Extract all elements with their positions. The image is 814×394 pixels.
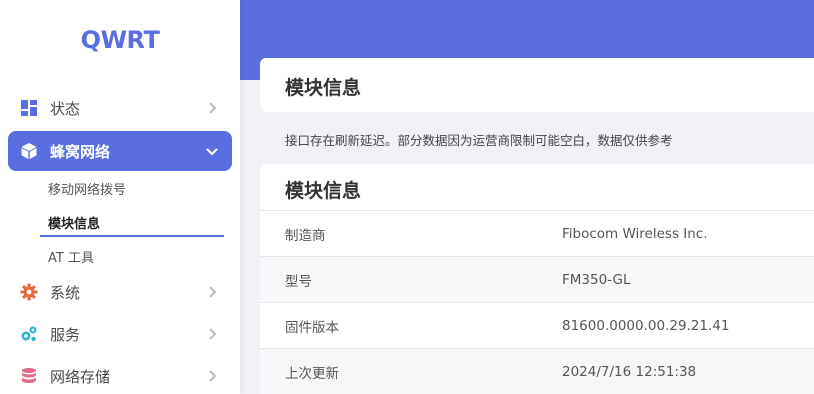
row-value: 81600.0000.00.29.21.41 xyxy=(562,317,730,334)
sidebar-item-label: 服务 xyxy=(50,325,81,344)
sidebar-item-status[interactable]: 状态 xyxy=(8,88,232,128)
chevron-right-icon xyxy=(204,368,220,384)
table-row: 固件版本 81600.0000.00.29.21.41 xyxy=(260,302,814,348)
chevron-right-icon xyxy=(204,100,220,116)
chevron-right-icon xyxy=(204,284,220,300)
sidebar-subitem-mobile-dial[interactable]: 移动网络拨号 xyxy=(48,179,126,198)
chevron-right-icon xyxy=(204,326,220,342)
row-key: 制造商 xyxy=(285,227,326,244)
sidebar-subitem-at-tool[interactable]: AT 工具 xyxy=(48,247,94,266)
active-subitem-underline xyxy=(40,235,224,237)
table-row: 上次更新 2024/7/16 12:51:38 xyxy=(260,348,814,394)
logo: QWRT xyxy=(80,26,160,54)
sidebar-subitem-module-info[interactable]: 模块信息 xyxy=(48,213,100,232)
sidebar-item-label: 状态 xyxy=(50,99,81,118)
sidebar-item-label: 蜂窝网络 xyxy=(50,142,111,161)
notice-text: 接口存在刷新延迟。部分数据因为运营商限制可能空白，数据仅供参考 xyxy=(285,133,673,148)
sidebar-item-label: 网络存储 xyxy=(50,367,111,386)
chevron-down-icon xyxy=(204,143,220,159)
row-key: 上次更新 xyxy=(285,365,339,382)
card-title: 模块信息 xyxy=(285,180,362,202)
sidebar: QWRT 状态 蜂窝网络 移动网络拨号 模块信息 AT 工具 系统 服务 网络存… xyxy=(0,0,240,394)
page-title: 模块信息 xyxy=(285,77,362,99)
table-row: 制造商 Fibocom Wireless Inc. xyxy=(260,210,814,256)
sidebar-item-network-storage[interactable]: 网络存储 xyxy=(8,356,232,394)
row-value: FM350-GL xyxy=(562,271,631,288)
cube-icon xyxy=(20,142,38,160)
dashboard-grid-icon xyxy=(20,99,38,117)
page-title-card: 模块信息 xyxy=(260,58,814,112)
table-row: 型号 FM350-GL xyxy=(260,256,814,302)
sidebar-item-label: 系统 xyxy=(50,283,81,302)
row-key: 固件版本 xyxy=(285,319,339,336)
sidebar-item-cellular[interactable]: 蜂窝网络 xyxy=(8,131,232,171)
row-key: 型号 xyxy=(285,273,312,290)
gear-icon xyxy=(20,283,38,301)
row-value: 2024/7/16 12:51:38 xyxy=(562,363,697,380)
row-value: Fibocom Wireless Inc. xyxy=(562,225,708,242)
sidebar-item-system[interactable]: 系统 xyxy=(8,272,232,312)
module-info-card: 模块信息 制造商 Fibocom Wireless Inc. 型号 FM350-… xyxy=(260,164,814,394)
database-icon xyxy=(20,367,38,385)
gears-icon xyxy=(20,325,38,343)
sidebar-item-services[interactable]: 服务 xyxy=(8,314,232,354)
